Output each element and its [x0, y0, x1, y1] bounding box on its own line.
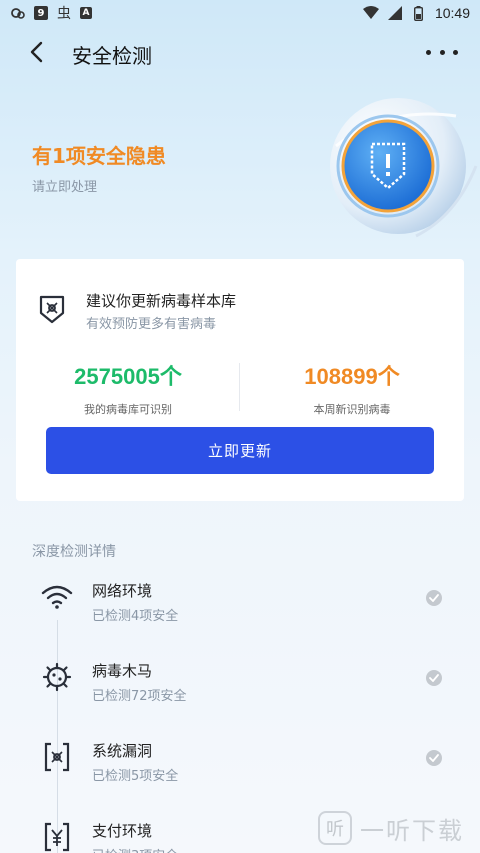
more-icon: [426, 49, 431, 55]
more-icon-dot: [453, 49, 458, 55]
link-icon: [10, 5, 26, 21]
back-button[interactable]: [22, 38, 50, 66]
detail-item-subtitle: 已检测5项安全: [92, 769, 179, 784]
payment-icon: [40, 820, 74, 853]
wifi-icon: [362, 5, 379, 21]
shield-illustration: [326, 96, 480, 246]
status-left: 9 虫 A: [10, 5, 92, 22]
signal-icon: [387, 5, 403, 21]
status-right: 10:49: [362, 5, 470, 21]
a-icon: A: [80, 7, 92, 19]
detail-item-virus[interactable]: 病毒木马 已检测72项安全: [0, 660, 480, 720]
more-button[interactable]: [426, 40, 458, 64]
update-now-button[interactable]: 立即更新: [46, 427, 434, 474]
recommendation-subtitle: 有效预防更多有害病毒: [86, 317, 217, 332]
stat-weekly-value: 108899个: [304, 364, 400, 389]
more-icon-dot: [439, 49, 445, 55]
detail-item-title: 支付环境: [92, 822, 153, 840]
status-bar: 9 虫 A 10:49: [0, 0, 480, 26]
virus-db-card: 建议你更新病毒样本库 有效预防更多有害病毒 2575005个 我的病毒库可识别 …: [16, 259, 464, 501]
detail-item-subtitle: 已检测4项安全: [92, 609, 179, 624]
stat-db-value: 2575005个: [74, 364, 182, 389]
stat-db-count: 2575005个 我的病毒库可识别: [16, 359, 240, 417]
check-icon: [426, 590, 442, 606]
app-bar: 安全检测: [0, 30, 480, 74]
risk-summary-title: 有1项安全隐患: [32, 144, 166, 168]
check-icon: [426, 750, 442, 766]
clock: 10:49: [434, 5, 470, 21]
vulnerability-icon: [40, 740, 74, 774]
detail-item-title: 病毒木马: [92, 662, 153, 680]
details-section-title: 深度检测详情: [32, 544, 116, 560]
bug-shield-icon: [38, 293, 66, 325]
virus-icon: [40, 660, 74, 694]
watermark: 听 一听下载: [318, 808, 464, 848]
timeline-line: [57, 620, 58, 853]
detail-item-title: 系统漏洞: [92, 742, 153, 760]
detail-item-subtitle: 已检测3项安全: [92, 845, 178, 853]
bug-icon: 虫: [57, 6, 71, 22]
detail-item-network[interactable]: 网络环境 已检测4项安全: [0, 580, 480, 640]
detail-item-title: 网络环境: [92, 582, 153, 600]
recommendation-title: 建议你更新病毒样本库: [86, 292, 237, 310]
check-icon: [426, 670, 442, 686]
battery-icon: [411, 5, 427, 21]
stat-db-label: 我的病毒库可识别: [84, 403, 172, 416]
wifi-icon: [40, 580, 74, 614]
risk-summary-subtitle: 请立即处理: [32, 180, 98, 195]
watermark-text: 一听下载: [360, 816, 464, 845]
page-title: 安全检测: [72, 44, 152, 68]
detail-item-subtitle: 已检测72项安全: [92, 689, 187, 704]
watermark-logo: 听: [318, 811, 352, 845]
chevron-left-icon: [30, 41, 43, 63]
detail-item-vulnerability[interactable]: 系统漏洞 已检测5项安全: [0, 740, 480, 800]
app-icon: 9: [34, 6, 48, 20]
stat-weekly-count: 108899个 本周新识别病毒: [240, 359, 464, 417]
stat-weekly-label: 本周新识别病毒: [313, 403, 391, 416]
